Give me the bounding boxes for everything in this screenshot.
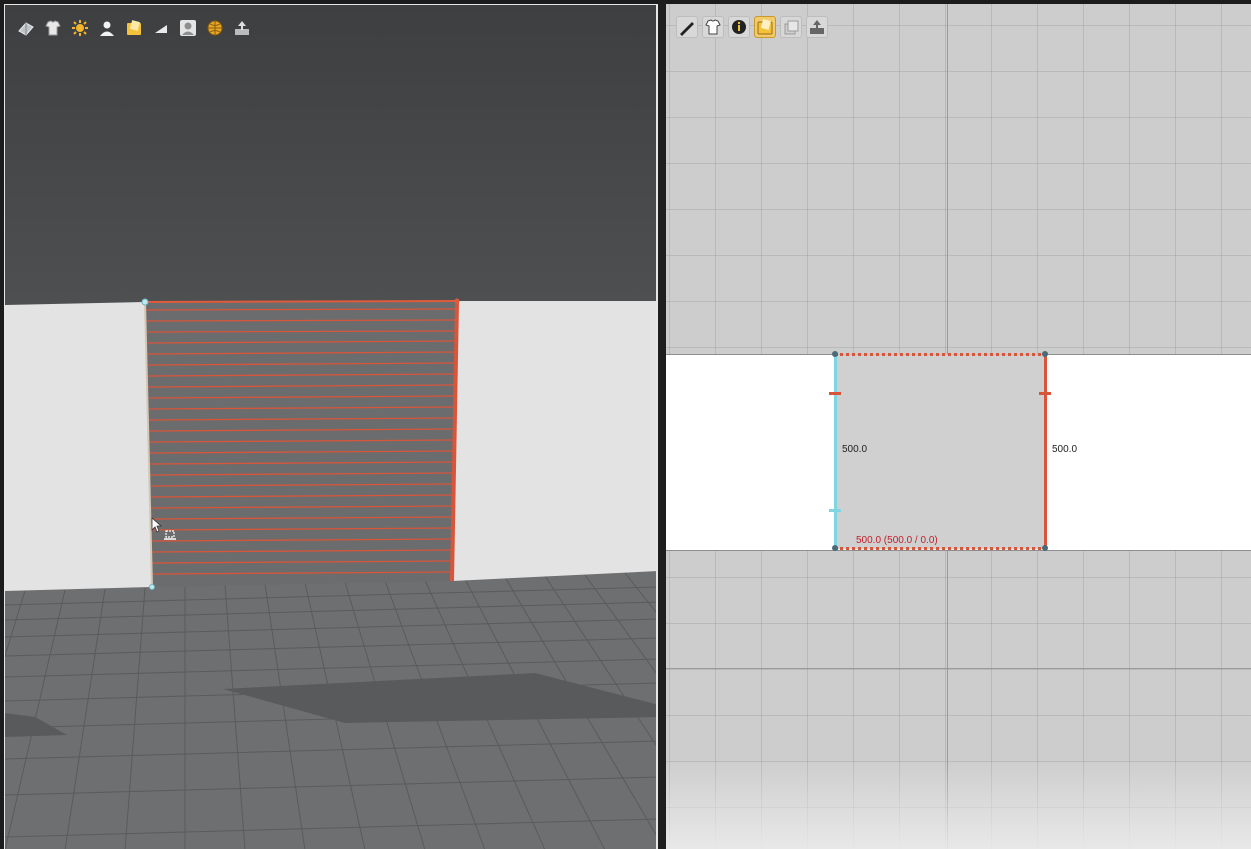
layers-icon[interactable] — [780, 16, 802, 38]
viewport-2d[interactable]: 500.0 500.0 500.0 (500.0 / 0.0) — [666, 4, 1251, 849]
sun-light-icon[interactable] — [69, 17, 91, 39]
right-height-label: 500.0 — [1052, 444, 1078, 455]
door-opening — [145, 301, 457, 587]
mouse-cursor-icon — [151, 517, 163, 533]
wall-left — [5, 302, 152, 591]
view-cube-icon[interactable] — [15, 17, 37, 39]
corner-point — [141, 298, 149, 306]
corner-point — [454, 298, 460, 304]
split-divider[interactable] — [658, 0, 666, 849]
corner-icon[interactable] — [150, 17, 172, 39]
door-left-edge-2d[interactable] — [834, 354, 837, 549]
door-right-edge-2d[interactable] — [1044, 354, 1047, 549]
door-bottom-edge-2d[interactable] — [835, 547, 1046, 550]
door-top-edge — [144, 300, 458, 303]
vertex-point[interactable] — [1042, 351, 1048, 357]
toolbar-3d — [15, 17, 253, 39]
move-tool-icon — [164, 530, 176, 540]
avatar-icon[interactable] — [96, 17, 118, 39]
corner-point — [149, 584, 155, 590]
folder-icon[interactable] — [123, 17, 145, 39]
notch-marker[interactable] — [829, 392, 841, 395]
vertex-point[interactable] — [832, 351, 838, 357]
wall-right — [452, 301, 656, 581]
info-icon[interactable] — [728, 16, 750, 38]
folder-icon[interactable] — [754, 16, 776, 38]
left-height-label: 500.0 — [842, 444, 868, 455]
bottom-width-label: 500.0 (500.0 / 0.0) — [856, 535, 938, 546]
export-icon[interactable] — [231, 17, 253, 39]
garment-icon[interactable] — [702, 16, 724, 38]
scene-3d — [5, 298, 656, 849]
toolbar-2d — [676, 16, 828, 38]
vertex-point[interactable] — [832, 545, 838, 551]
axis-horizontal — [666, 668, 1251, 669]
vertex-point[interactable] — [1042, 545, 1048, 551]
viewport-fade — [666, 759, 1251, 849]
notch-marker[interactable] — [829, 509, 841, 512]
notch-marker[interactable] — [1039, 392, 1051, 395]
clothing-icon[interactable] — [42, 17, 64, 39]
door-top-edge-2d[interactable] — [835, 353, 1046, 356]
app-window: 500.0 500.0 500.0 (500.0 / 0.0) — [0, 0, 1251, 849]
profile-icon[interactable] — [177, 17, 199, 39]
pen-tool-icon[interactable] — [676, 16, 698, 38]
viewport-3d[interactable] — [4, 4, 658, 849]
export-icon[interactable] — [806, 16, 828, 38]
globe-icon[interactable] — [204, 17, 226, 39]
